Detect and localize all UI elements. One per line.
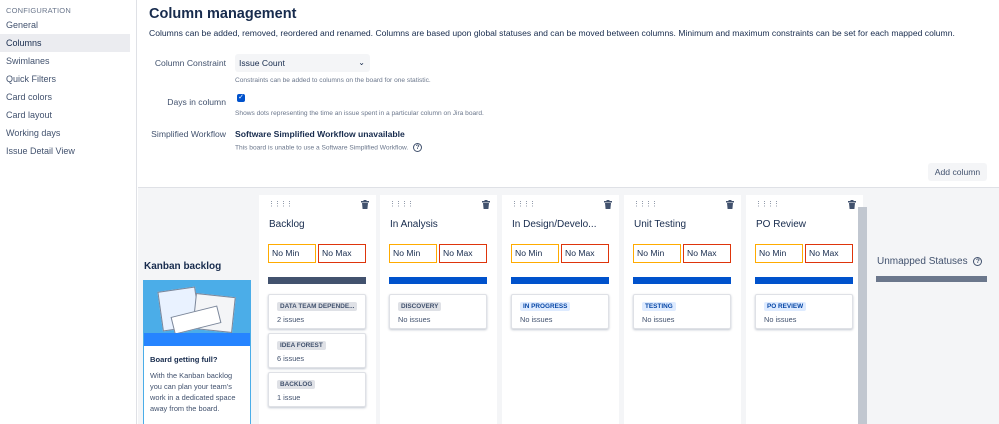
status-lozenge: DISCOVERY (398, 302, 442, 311)
status-lozenge: IN PROGRESS (520, 302, 571, 311)
column-name[interactable]: PO Review (756, 219, 856, 230)
column-max-input[interactable]: No Max (805, 244, 853, 263)
promo-text: With the Kanban backlog you can plan you… (150, 371, 236, 413)
column-status-bar (389, 277, 487, 284)
trash-icon[interactable] (848, 200, 856, 209)
status-lozenge: BACKLOG (277, 380, 316, 389)
constraint-select[interactable]: Issue Count ⌄ (235, 54, 370, 72)
status-card[interactable]: IDEA FOREST 6 issues (268, 333, 366, 368)
drag-handle-icon[interactable]: ⋮⋮⋮⋮ (268, 200, 293, 208)
column-board: Kanban backlog Board getting full? With … (138, 187, 999, 424)
constraint-select-value: Issue Count (239, 58, 285, 68)
sidebar-item-issue-detail-view[interactable]: Issue Detail View (0, 142, 130, 160)
drag-handle-icon[interactable]: ⋮⋮⋮⋮ (389, 200, 414, 208)
drag-handle-icon[interactable]: ⋮⋮⋮⋮ (755, 200, 780, 208)
simplified-workflow-title: Software Simplified Workflow unavailable (235, 129, 405, 139)
days-in-column-help: Shows dots representing the time an issu… (235, 110, 484, 117)
question-icon[interactable]: ? (413, 143, 423, 152)
column-status-bar (268, 277, 366, 284)
simplified-workflow-help: This board is unable to use a Software S… (235, 144, 409, 152)
column-max-input[interactable]: No Max (683, 244, 731, 263)
status-lozenge: IDEA FOREST (277, 341, 326, 350)
constraint-help: Constraints can be added to columns on t… (235, 77, 431, 84)
chevron-down-icon: ⌄ (358, 58, 365, 67)
sidebar-item-columns[interactable]: Columns (0, 34, 130, 52)
board-illustration (144, 281, 250, 346)
column-min-input[interactable]: No Min (511, 244, 559, 263)
status-card[interactable]: DISCOVERY No issues (389, 294, 487, 329)
column-status-bar (511, 277, 609, 284)
status-card[interactable]: IN PROGRESS No issues (511, 294, 609, 329)
sidebar-item-quick-filters[interactable]: Quick Filters (0, 70, 130, 88)
days-in-column-label: Days in column (167, 97, 226, 107)
status-lozenge: PO REVIEW (764, 302, 807, 311)
page-description: Columns can be added, removed, reordered… (149, 28, 955, 38)
unmapped-statuses-title: Unmapped Statuses ? (877, 256, 983, 267)
sidebar-item-general[interactable]: General (0, 16, 130, 34)
constraint-label: Column Constraint (154, 58, 226, 68)
issue-count: No issues (398, 315, 431, 324)
add-column-button[interactable]: Add column (928, 163, 987, 181)
status-card[interactable]: DATA TEAM DEPENDE... 2 issues (268, 294, 366, 329)
trash-icon[interactable] (726, 200, 734, 209)
column-max-input[interactable]: No Max (561, 244, 609, 263)
settings-sidebar: CONFIGURATION General Columns Swimlanes … (0, 0, 137, 424)
promo-heading: Board getting full? (150, 355, 218, 364)
simplified-workflow-help-row: This board is unable to use a Software S… (235, 143, 423, 152)
issue-count: No issues (764, 315, 797, 324)
issue-count: 6 issues (277, 354, 305, 363)
status-card[interactable]: TESTING No issues (633, 294, 731, 329)
status-lozenge: DATA TEAM DEPENDE... (277, 302, 358, 311)
column-min-input[interactable]: No Min (633, 244, 681, 263)
main-content: Column management Columns can be added, … (138, 0, 999, 424)
column-name[interactable]: In Design/Develo... (512, 219, 612, 230)
column-backlog[interactable]: ⋮⋮⋮⋮ Backlog No Min No Max DATA TEAM DEP… (259, 195, 376, 424)
sidebar-item-card-layout[interactable]: Card layout (0, 106, 130, 124)
unmapped-statuses-label: Unmapped Statuses (877, 256, 968, 267)
sidebar-heading: CONFIGURATION (6, 6, 71, 15)
kanban-backlog-promo: Board getting full? With the Kanban back… (143, 280, 251, 424)
column-in-analysis[interactable]: ⋮⋮⋮⋮ In Analysis No Min No Max DISCOVERY… (380, 195, 497, 424)
column-unit-testing[interactable]: ⋮⋮⋮⋮ Unit Testing No Min No Max TESTING … (624, 195, 741, 424)
issue-count: No issues (520, 315, 553, 324)
status-lozenge: TESTING (642, 302, 676, 311)
issue-count: 1 issue (277, 393, 301, 402)
column-name[interactable]: Unit Testing (634, 219, 734, 230)
unmapped-status-bar (876, 276, 987, 282)
column-max-input[interactable]: No Max (318, 244, 366, 263)
column-in-design-development[interactable]: ⋮⋮⋮⋮ In Design/Develo... No Min No Max I… (502, 195, 619, 424)
page-title: Column management (149, 6, 297, 22)
board-scrollbar[interactable] (858, 207, 867, 424)
drag-handle-icon[interactable]: ⋮⋮⋮⋮ (633, 200, 658, 208)
trash-icon[interactable] (482, 200, 490, 209)
issue-count: No issues (642, 315, 675, 324)
status-card[interactable]: BACKLOG 1 issue (268, 372, 366, 407)
status-card[interactable]: PO REVIEW No issues (755, 294, 853, 329)
sidebar-item-card-colors[interactable]: Card colors (0, 88, 130, 106)
column-po-review[interactable]: ⋮⋮⋮⋮ PO Review No Min No Max PO REVIEW N… (746, 195, 863, 424)
sidebar-item-swimlanes[interactable]: Swimlanes (0, 52, 130, 70)
column-min-input[interactable]: No Min (389, 244, 437, 263)
simplified-workflow-label: Simplified Workflow (151, 129, 226, 139)
question-icon[interactable]: ? (973, 256, 983, 266)
drag-handle-icon[interactable]: ⋮⋮⋮⋮ (511, 200, 536, 208)
column-max-input[interactable]: No Max (439, 244, 487, 263)
column-min-input[interactable]: No Min (755, 244, 803, 263)
column-min-input[interactable]: No Min (268, 244, 316, 263)
trash-icon[interactable] (361, 200, 369, 209)
issue-count: 2 issues (277, 315, 305, 324)
column-name[interactable]: Backlog (269, 219, 369, 230)
column-status-bar (633, 277, 731, 284)
column-status-bar (755, 277, 853, 284)
column-name[interactable]: In Analysis (390, 219, 490, 230)
trash-icon[interactable] (604, 200, 612, 209)
kanban-backlog-title: Kanban backlog (144, 261, 222, 272)
days-in-column-checkbox[interactable]: ✓ (237, 94, 245, 102)
sidebar-item-working-days[interactable]: Working days (0, 124, 130, 142)
